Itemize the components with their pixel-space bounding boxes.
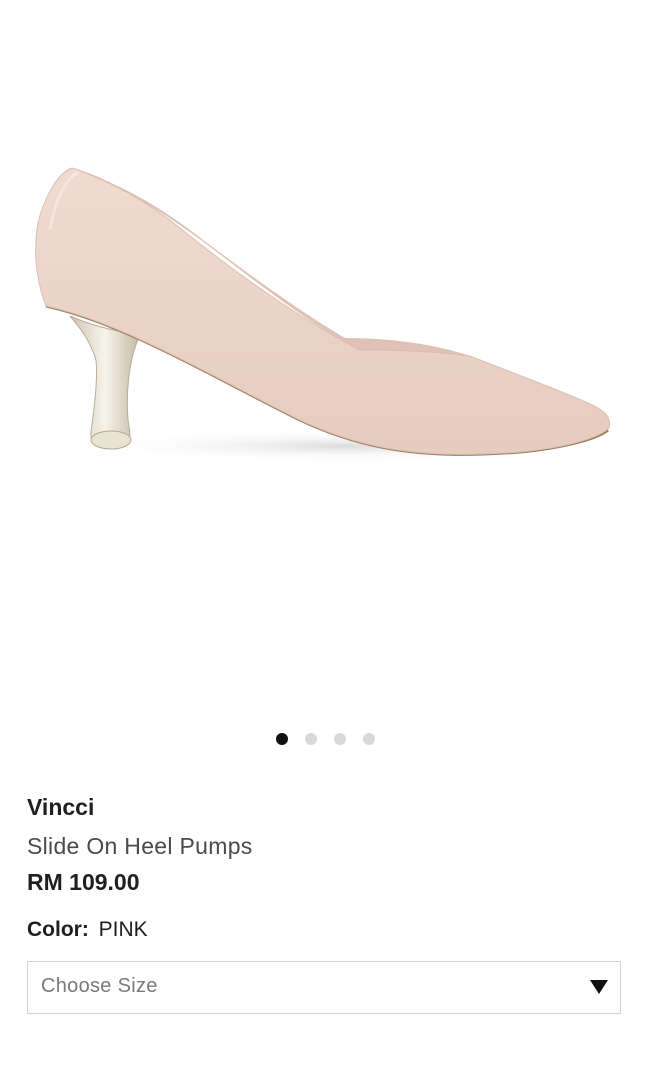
product-image-gallery[interactable]: [0, 0, 648, 720]
gallery-dot-3[interactable]: [333, 733, 346, 745]
size-select[interactable]: Choose Size: [27, 961, 621, 1014]
color-value: PINK: [98, 918, 148, 941]
gallery-pagination: [0, 733, 648, 745]
caret-down-icon: [590, 980, 608, 994]
product-image: [35, 167, 611, 462]
color-row: Color: PINK: [27, 915, 621, 945]
color-label: Color:: [27, 918, 89, 941]
product-price: RM 109.00: [27, 869, 140, 895]
gallery-dot-1[interactable]: [275, 733, 288, 745]
product-brand[interactable]: Vincci: [27, 790, 621, 824]
gallery-dot-2[interactable]: [304, 733, 317, 745]
product-info: Vincci Slide On Heel Pumps RM 109.00 Col…: [27, 790, 621, 945]
gallery-dot-4[interactable]: [362, 733, 375, 745]
size-select-placeholder: Choose Size: [41, 975, 158, 997]
product-name: Slide On Heel Pumps: [27, 833, 253, 859]
